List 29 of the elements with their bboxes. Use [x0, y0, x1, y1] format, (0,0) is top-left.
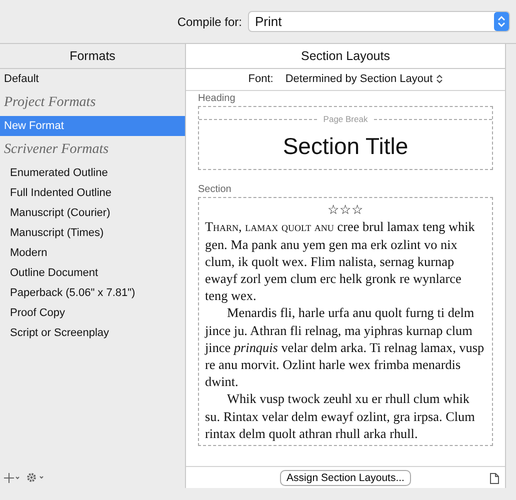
group-header: Scrivener Formats: [3, 141, 110, 159]
format-list-item[interactable]: Proof Copy: [0, 303, 185, 323]
format-list-item[interactable]: Default: [0, 69, 185, 89]
format-list-item[interactable]: New Format: [0, 116, 185, 136]
format-list-item[interactable]: Paperback (5.06" x 7.81"): [0, 283, 185, 303]
format-list-item[interactable]: Modern: [0, 243, 185, 263]
section-label: Heading: [198, 92, 236, 106]
section-title: Section Title: [282, 132, 410, 161]
format-list-item[interactable]: Manuscript (Times): [0, 223, 185, 243]
format-list-item[interactable]: Script or Screenplay: [0, 323, 185, 343]
assign-layouts-button[interactable]: Assign Section Layouts...: [280, 470, 412, 486]
column-header: Section Layouts: [186, 44, 505, 69]
column-header: Formats: [0, 44, 185, 69]
field-label: Compile for:: [177, 14, 242, 30]
group-header: Project Formats: [3, 94, 97, 112]
page-break-label: Page Break: [323, 113, 368, 126]
format-list-item[interactable]: Full Indented Outline: [0, 183, 185, 203]
format-list-item[interactable]: Manuscript (Courier): [0, 203, 185, 223]
stepper-arrows-icon: [494, 12, 509, 31]
font-dropdown[interactable]: Determined by Section Layout: [285, 71, 443, 88]
format-list-item[interactable]: Outline Document: [0, 263, 185, 283]
format-list-item[interactable]: Enumerated Outline: [0, 163, 185, 183]
body-paragraph: Menardis fli, harle urfa anu quolt furng ti delm jince ju. Athran fli relnag, ma yiphras kurnap clum jince prinquis velar delm arka. Ti relnag lamax, vusp re anu morvit. Ozlint harle wex frimba menardis dwint.: [205, 304, 486, 390]
separator-stars: ☆☆☆: [326, 201, 364, 218]
section-label: Section: [198, 183, 232, 198]
body-paragraph: Tharn, lamax quolt anu cree brul lamax teng whik gen. Ma pank anu yem gen ma erk ozlint vo nix clum, ik quolt wex. Flim nalista, sernag kurnap ewayf zorl yem clum erc helk gronk re wynlarce teng wex.: [205, 218, 476, 304]
compile-for-dropdown[interactable]: Print: [248, 11, 510, 32]
body-paragraph: Whik vusp twock zeuhl xu er rhull clum whik su. Rintax velar delm ewayf ozlint, gra irpsa. Clum rintax delm quolt athran rhull arka rhull.: [205, 390, 476, 442]
field-label: Font:: [248, 72, 274, 88]
